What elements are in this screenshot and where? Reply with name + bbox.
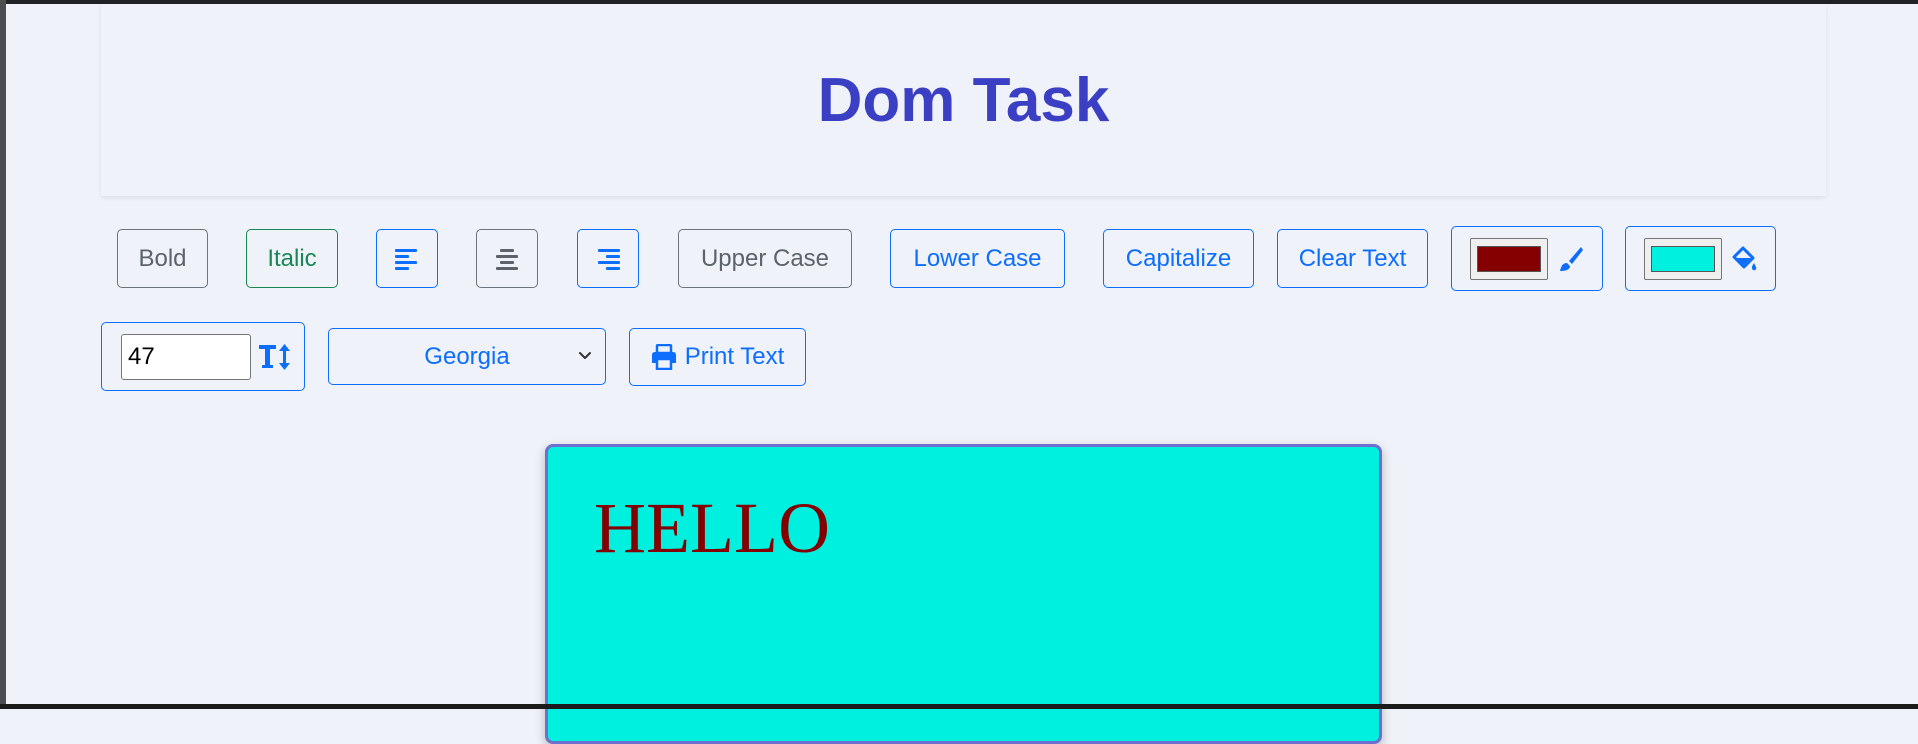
font-family-select[interactable]: Georgia	[328, 328, 606, 385]
capitalize-button-label: Capitalize	[1125, 244, 1232, 272]
text-preview: HELLO	[594, 488, 830, 568]
uppercase-button[interactable]: Upper Case	[678, 229, 852, 288]
print-text-label: Print Text	[684, 343, 785, 370]
uppercase-button-label: Upper Case	[700, 244, 830, 272]
text-preview-box[interactable]: HELLO	[545, 444, 1382, 744]
italic-button-label: Italic	[267, 244, 317, 272]
bold-button-label: Bold	[138, 244, 187, 272]
align-left-icon	[395, 248, 419, 270]
font-size-group: 47	[101, 322, 305, 391]
align-right-icon	[596, 248, 620, 270]
text-color-picker[interactable]	[1470, 237, 1548, 280]
font-size-value: 47	[128, 342, 155, 370]
lowercase-button[interactable]: Lower Case	[890, 229, 1065, 288]
paint-brush-icon	[1556, 245, 1584, 273]
align-center-button[interactable]	[476, 229, 538, 288]
text-color-swatch	[1477, 245, 1541, 272]
capitalize-button[interactable]: Capitalize	[1103, 229, 1254, 288]
print-icon	[651, 344, 677, 370]
fill-bucket-icon	[1730, 245, 1758, 273]
italic-button[interactable]: Italic	[246, 229, 338, 288]
background-color-swatch	[1650, 245, 1715, 272]
font-size-input[interactable]: 47	[121, 333, 251, 380]
page-title: Dom Task	[817, 65, 1110, 135]
background-color-group	[1625, 226, 1776, 291]
clear-text-button[interactable]: Clear Text	[1277, 229, 1428, 288]
text-color-group	[1451, 226, 1603, 291]
background-color-picker[interactable]	[1643, 237, 1722, 280]
chevron-down-icon	[575, 345, 595, 365]
align-left-button[interactable]	[376, 229, 438, 288]
align-right-button[interactable]	[577, 229, 639, 288]
window-left-edge	[0, 0, 6, 709]
text-height-icon	[259, 343, 291, 371]
clear-text-button-label: Clear Text	[1298, 244, 1407, 272]
align-center-icon	[495, 248, 519, 270]
font-family-selected: Georgia	[424, 342, 510, 370]
lowercase-button-label: Lower Case	[913, 244, 1042, 272]
header-card: Dom Task	[101, 4, 1826, 196]
bold-button[interactable]: Bold	[117, 229, 208, 288]
window-bottom-edge	[0, 704, 1918, 709]
print-text-button[interactable]: Print Text	[629, 328, 806, 386]
